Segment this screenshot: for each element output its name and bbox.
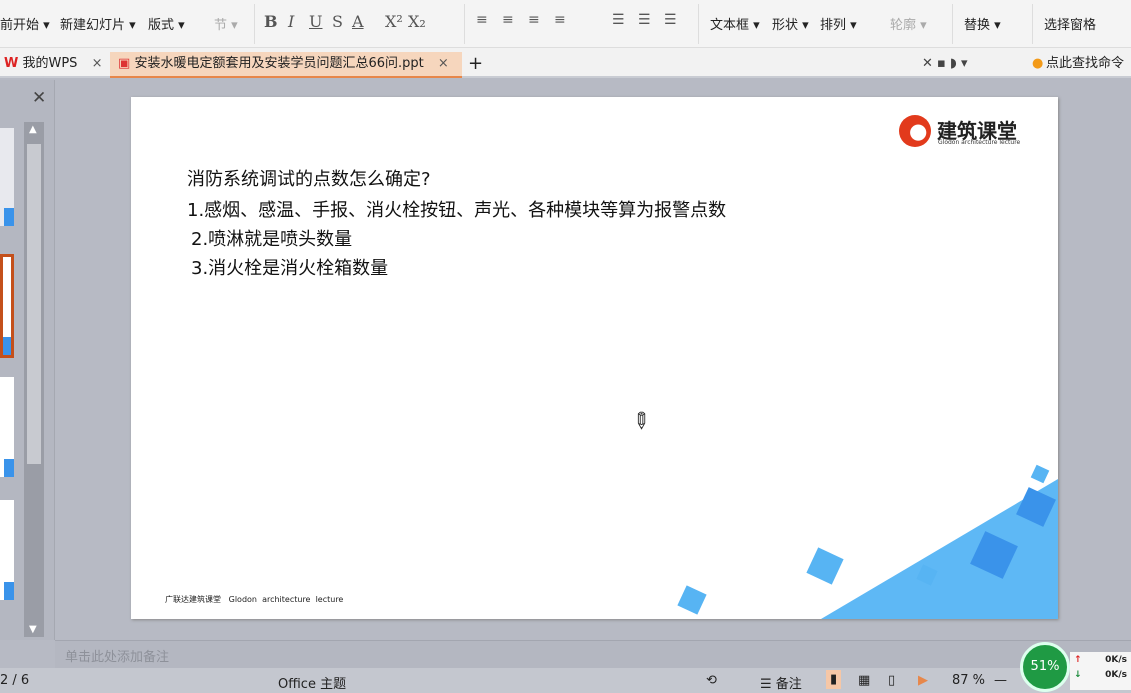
download-speed: 0K/s: [1105, 670, 1127, 680]
thumbnail-scrollbar[interactable]: ▲ ▼: [24, 122, 44, 637]
toolbar-icons[interactable]: ✕ ▪ ◗ ▾: [922, 52, 967, 78]
slide-text-line: 2.喷淋就是喷头数量: [191, 229, 353, 250]
slide-thumbnail-2-selected[interactable]: [0, 254, 14, 358]
history-icon[interactable]: ⟲: [706, 673, 717, 688]
decorative-square: [1030, 464, 1050, 484]
ppt-file-icon: ▣: [118, 56, 131, 71]
section-button[interactable]: 节 ▾: [214, 14, 238, 33]
cpu-usage-widget[interactable]: 51%: [1020, 642, 1070, 692]
network-speed-widget: ↑ 0K/s ↓ 0K/s: [1070, 652, 1131, 690]
subscript-button[interactable]: X₂: [408, 12, 426, 31]
divider: [1032, 4, 1033, 44]
notes-toggle-button[interactable]: ☰ 备注: [760, 673, 802, 692]
underline-button[interactable]: U: [309, 12, 322, 31]
upload-icon: ↑: [1074, 655, 1082, 665]
layout-button[interactable]: 版式 ▾: [148, 14, 185, 33]
shape-button[interactable]: 形状 ▾: [772, 14, 809, 33]
slide-thumbnail-panel: ✕ ▲ ▼: [0, 80, 55, 640]
new-slide-button[interactable]: 新建幻灯片 ▾: [60, 14, 136, 33]
notes-label: 备注: [775, 677, 802, 692]
slide-footer: 广联达建筑课堂 Glodon architecture lecture: [165, 595, 344, 604]
document-tabs: W 我的WPS × ▣ 安装水暖电定额套用及安装学员问题汇总66问.ppt × …: [0, 48, 1131, 78]
wps-logo-icon: W: [4, 56, 19, 71]
divider: [952, 4, 953, 44]
close-icon[interactable]: ×: [438, 56, 449, 71]
status-bar: 2 / 6 Office 主题 ⟲ ☰ 备注 ▮ ▦ ▯ ▶ 87 % —: [0, 668, 1131, 693]
lightbulb-icon: ●: [1032, 56, 1044, 71]
pen-cursor-icon: ✎: [624, 406, 656, 437]
close-icon[interactable]: ×: [92, 56, 103, 71]
zoom-level: 87 %: [952, 673, 986, 688]
notes-placeholder[interactable]: 单击此处添加备注: [65, 646, 169, 665]
tab-active-document[interactable]: ▣ 安装水暖电定额套用及安装学员问题汇总66问.ppt ×: [110, 52, 462, 78]
ribbon-toolbar: 前开始 ▾ 新建幻灯片 ▾ 版式 ▾ 节 ▾ B I U S A X² X₂ ≡…: [0, 0, 1131, 48]
strikethrough-button[interactable]: S: [332, 12, 343, 31]
textbox-button[interactable]: 文本框 ▾: [710, 14, 760, 33]
font-color-button[interactable]: A: [352, 12, 364, 31]
slide-heading: 消防系统调试的点数怎么确定?: [187, 169, 431, 190]
slide-thumbnail-1[interactable]: [0, 128, 14, 226]
outline-button[interactable]: 轮廓 ▾: [890, 14, 927, 33]
bullets-icon[interactable]: ☰: [638, 12, 651, 28]
scroll-down-icon[interactable]: ▼: [29, 624, 37, 635]
notes-pane[interactable]: 单击此处添加备注: [55, 640, 1131, 668]
slide-canvas[interactable]: 建筑课堂 Glodon architecture lecture 消防系统调试的…: [131, 97, 1058, 619]
logo-icon: [899, 115, 931, 147]
justify-icon[interactable]: ≡: [554, 12, 566, 28]
align-left-icon[interactable]: ≡: [476, 12, 488, 28]
slide-sorter-icon[interactable]: ▦: [858, 673, 870, 688]
reading-view-icon[interactable]: ▯: [888, 673, 895, 688]
slide-thumbnail-4[interactable]: [0, 500, 14, 600]
close-panel-icon[interactable]: ✕: [32, 88, 46, 108]
upload-speed: 0K/s: [1105, 655, 1127, 665]
select-pane-button[interactable]: 选择窗格: [1044, 14, 1096, 33]
zoom-out-button[interactable]: —: [994, 673, 1007, 688]
slideshow-icon[interactable]: ▶: [918, 673, 928, 688]
slide-thumbnail-3[interactable]: [0, 377, 14, 477]
divider: [254, 4, 255, 44]
numbering-icon[interactable]: ☰: [664, 12, 677, 28]
superscript-button[interactable]: X²: [385, 12, 403, 31]
search-command-input[interactable]: 点此查找命令: [1046, 52, 1124, 78]
theme-name: Office 主题: [278, 677, 347, 692]
tab-label: 安装水暖电定额套用及安装学员问题汇总66问.ppt: [134, 56, 424, 71]
decorative-square: [677, 585, 707, 615]
align-center-icon[interactable]: ≡: [502, 12, 514, 28]
scrollbar-thumb[interactable]: [27, 144, 41, 464]
slide-text-line: 3.消火栓是消火栓箱数量: [191, 258, 389, 279]
slide-text-line: 1.感烟、感温、手报、消火栓按钮、声光、各种模块等算为报警点数: [187, 200, 727, 221]
divider: [698, 4, 699, 44]
replace-button[interactable]: 替换 ▾: [964, 14, 1001, 33]
download-icon: ↓: [1074, 670, 1082, 680]
bold-button[interactable]: B: [264, 12, 278, 31]
new-tab-button[interactable]: +: [468, 52, 483, 78]
align-right-icon[interactable]: ≡: [528, 12, 540, 28]
logo-subtitle: Glodon architecture lecture: [938, 139, 1021, 146]
normal-view-icon[interactable]: ▮: [826, 670, 842, 689]
tab-label: 我的WPS: [22, 56, 78, 71]
home-button[interactable]: 前开始 ▾: [0, 14, 50, 33]
arrange-button[interactable]: 排列 ▾: [820, 14, 857, 33]
divider: [464, 4, 465, 44]
line-spacing-icon[interactable]: ☰: [612, 12, 625, 28]
italic-button[interactable]: I: [288, 12, 294, 31]
page-indicator: 2 / 6: [0, 673, 30, 688]
decorative-square: [806, 547, 844, 585]
scroll-up-icon[interactable]: ▲: [29, 124, 37, 135]
tab-my-wps[interactable]: W 我的WPS ×: [4, 52, 112, 78]
